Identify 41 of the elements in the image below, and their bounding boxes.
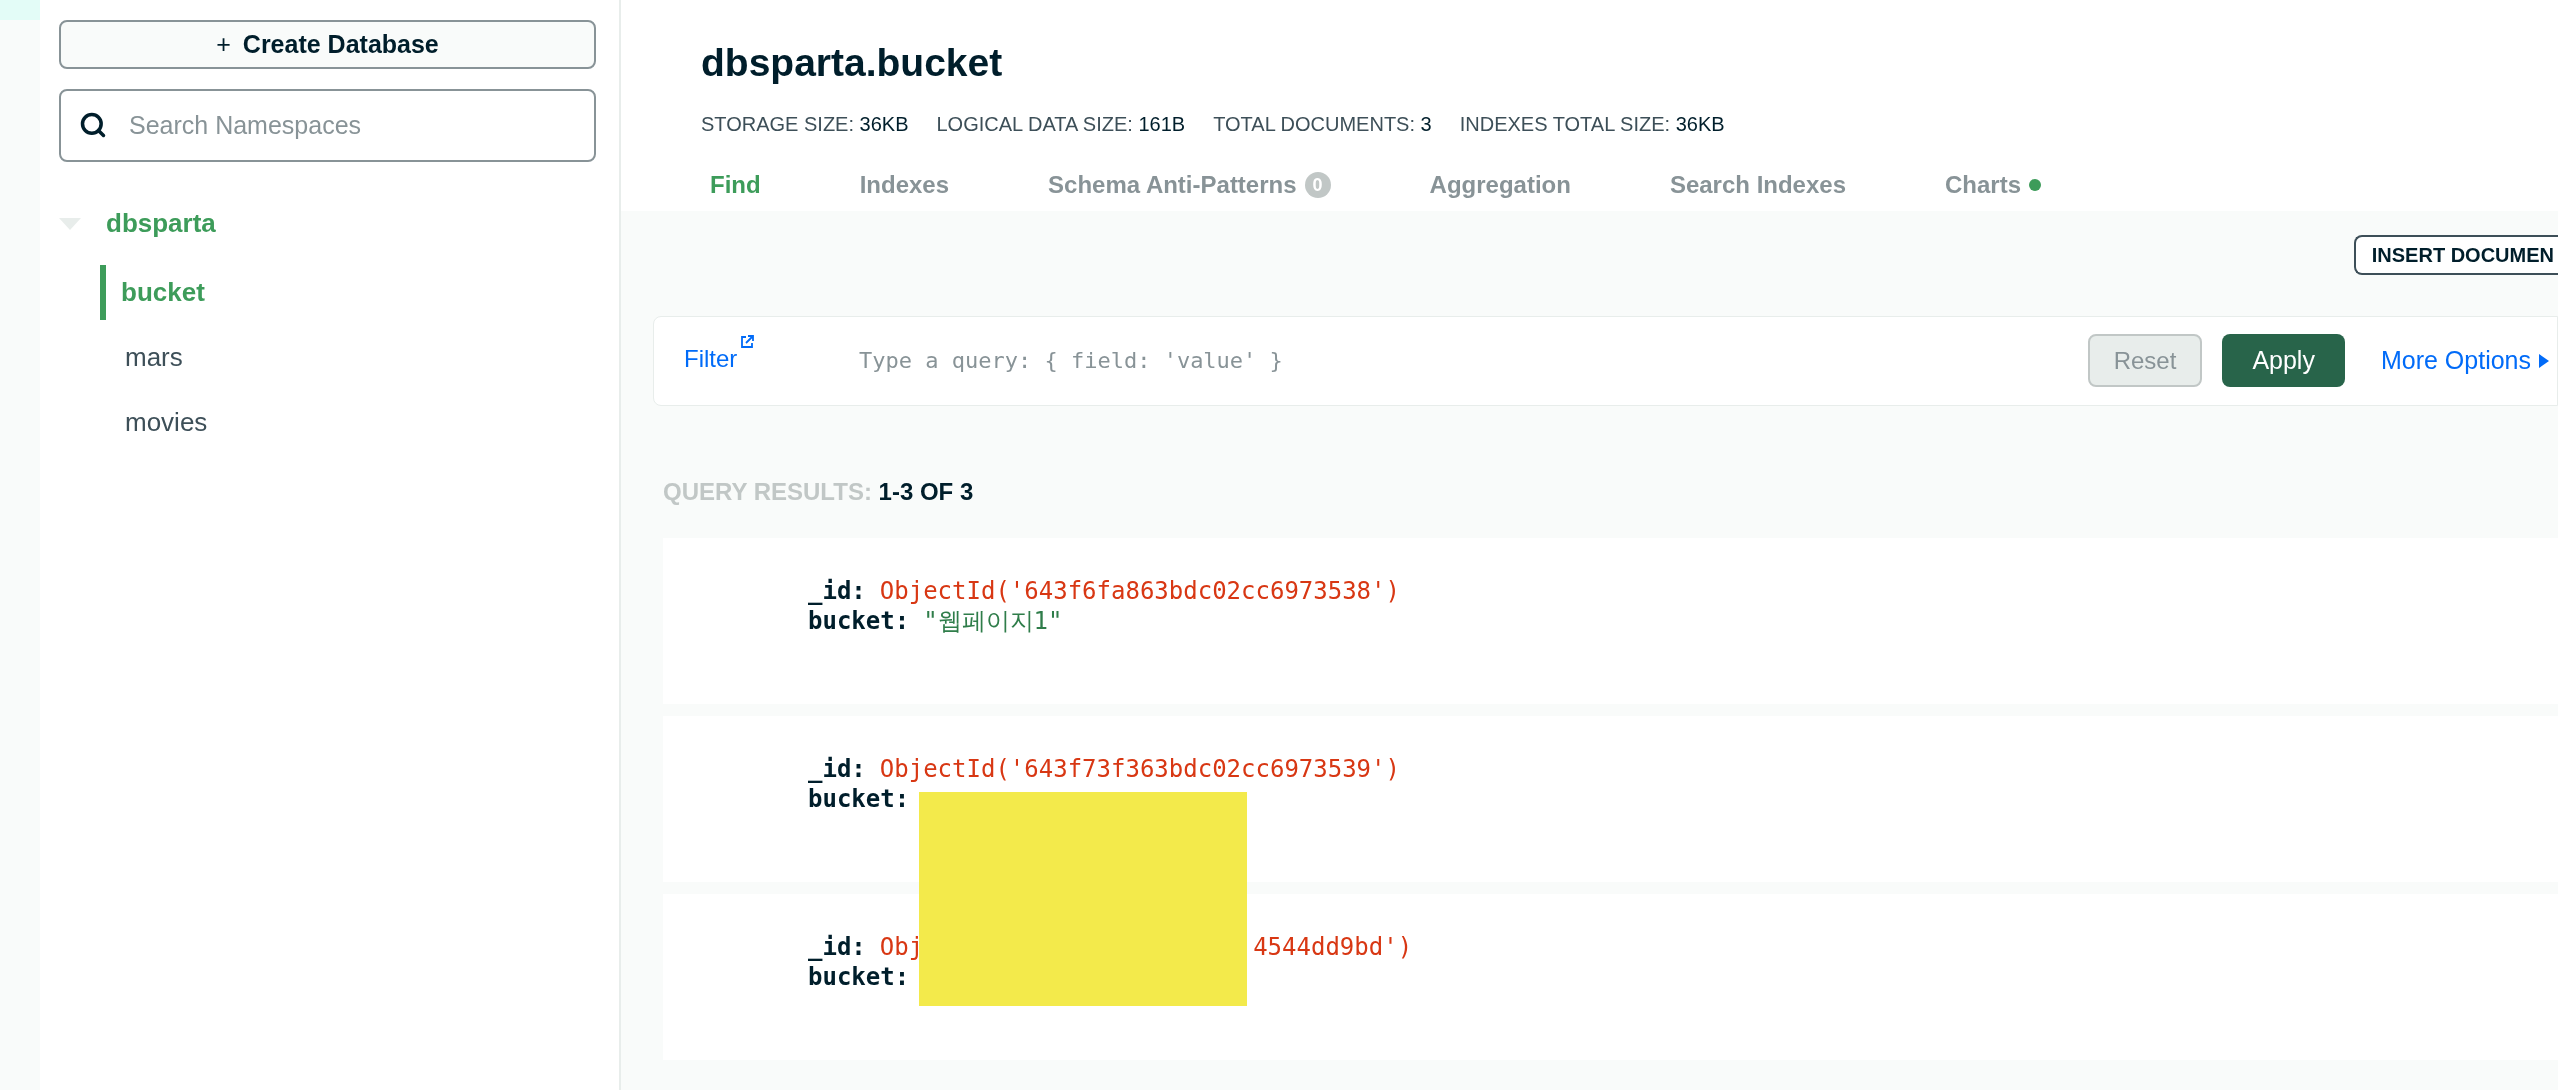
stat-text: STORAGE SIZE: 36KB bbox=[701, 111, 909, 137]
tab[interactable]: Aggregation bbox=[1420, 166, 1661, 203]
field-key: bucket: bbox=[808, 961, 910, 992]
field-key: _id: bbox=[808, 753, 866, 784]
field-key: _id: bbox=[808, 931, 866, 962]
field-key: _id: bbox=[808, 575, 866, 606]
insert-document-button[interactable]: INSERT DOCUMEN bbox=[2353, 234, 2558, 275]
field-value: ObjectId('643f6fa863bdc02cc6973538') bbox=[879, 575, 1400, 606]
query-field[interactable]: Type a query: { field: 'value' } bbox=[859, 344, 2088, 377]
field-key: bucket: bbox=[808, 605, 910, 636]
field-value: Obj bbox=[879, 931, 924, 962]
external-link-icon bbox=[740, 334, 755, 349]
field-key: bucket: bbox=[808, 783, 910, 814]
field-value: 4544dd9bd') bbox=[1253, 931, 1413, 962]
tab[interactable]: Charts bbox=[1936, 166, 2132, 203]
triangle-icon bbox=[2539, 353, 2549, 368]
field-value: "웹페이지1" bbox=[923, 605, 1063, 636]
database-name[interactable]: dbsparta bbox=[106, 204, 216, 243]
tab[interactable]: Search Indexes bbox=[1660, 166, 1936, 203]
collection-item[interactable]: mars bbox=[100, 330, 596, 385]
tab[interactable]: Indexes bbox=[850, 166, 1040, 203]
create-database-button[interactable]: + Create Database bbox=[59, 20, 596, 69]
plus-icon: + bbox=[216, 25, 231, 64]
field-value: ObjectId('643f73f363bdc02cc6973539') bbox=[879, 753, 1400, 784]
stat-text: INDEXES TOTAL SIZE: 36KB bbox=[1459, 111, 1725, 137]
collection-title: dbsparta.bucket bbox=[701, 40, 1004, 86]
query-results-count: QUERY RESULTS: 1-3 OF 3 bbox=[663, 477, 974, 505]
collection-item[interactable]: movies bbox=[100, 395, 596, 450]
apply-button[interactable]: Apply bbox=[2222, 334, 2345, 387]
stat-text: LOGICAL DATA SIZE: 161B bbox=[936, 111, 1186, 137]
tab[interactable]: Find bbox=[701, 166, 851, 203]
reset-button[interactable]: Reset bbox=[2087, 334, 2203, 387]
more-options-link[interactable]: More Options bbox=[2380, 341, 2549, 380]
collection-item[interactable]: bucket bbox=[100, 265, 596, 320]
count-badge: 0 bbox=[1304, 171, 1331, 198]
stat-text: TOTAL DOCUMENTS: 3 bbox=[1213, 111, 1432, 137]
search-icon bbox=[79, 111, 107, 139]
search-field[interactable]: Search Namespaces bbox=[59, 89, 596, 162]
filter-link[interactable]: Filter bbox=[684, 340, 738, 377]
highlight-bar bbox=[0, 0, 40, 20]
tab[interactable]: Schema Anti-Patterns 0 bbox=[1039, 166, 1421, 203]
